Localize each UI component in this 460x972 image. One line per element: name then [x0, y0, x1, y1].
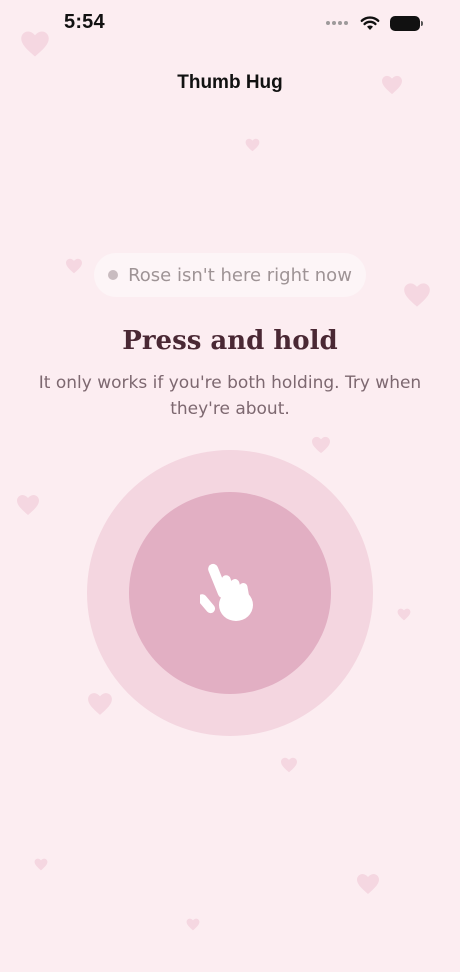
decorative-heart-icon: [403, 282, 431, 308]
instruction-text: It only works if you're both holding. Tr…: [38, 373, 422, 419]
status-bar: 5:54: [0, 0, 460, 46]
presence-status-pill: Rose isn't here right now: [94, 253, 366, 297]
status-time: 5:54: [64, 11, 105, 33]
decorative-heart-icon: [34, 858, 48, 871]
battery-icon: [390, 15, 423, 31]
page-heading: Press and hold: [122, 326, 338, 356]
thumb-hug-screen: 5:54 Thumb Hug Rose isn't here right now…: [0, 0, 460, 972]
decorative-heart-icon: [311, 436, 331, 454]
decorative-heart-icon: [245, 138, 260, 152]
decorative-heart-icon: [87, 692, 113, 716]
decorative-heart-icon: [186, 918, 200, 931]
decorative-heart-icon: [356, 873, 380, 895]
decorative-heart-icon: [280, 757, 298, 773]
nav-title: Thumb Hug: [177, 72, 283, 93]
hand-pointer-icon: [200, 561, 264, 625]
signal-dots-icon: [326, 21, 348, 25]
decorative-heart-icon: [65, 258, 83, 274]
decorative-heart-icon: [16, 494, 40, 516]
hold-button[interactable]: [129, 492, 331, 694]
status-icons: [326, 14, 423, 32]
presence-status-text: Rose isn't here right now: [128, 264, 352, 286]
decorative-heart-icon: [397, 608, 411, 621]
presence-offline-dot-icon: [108, 270, 119, 280]
wifi-icon: [360, 15, 380, 31]
